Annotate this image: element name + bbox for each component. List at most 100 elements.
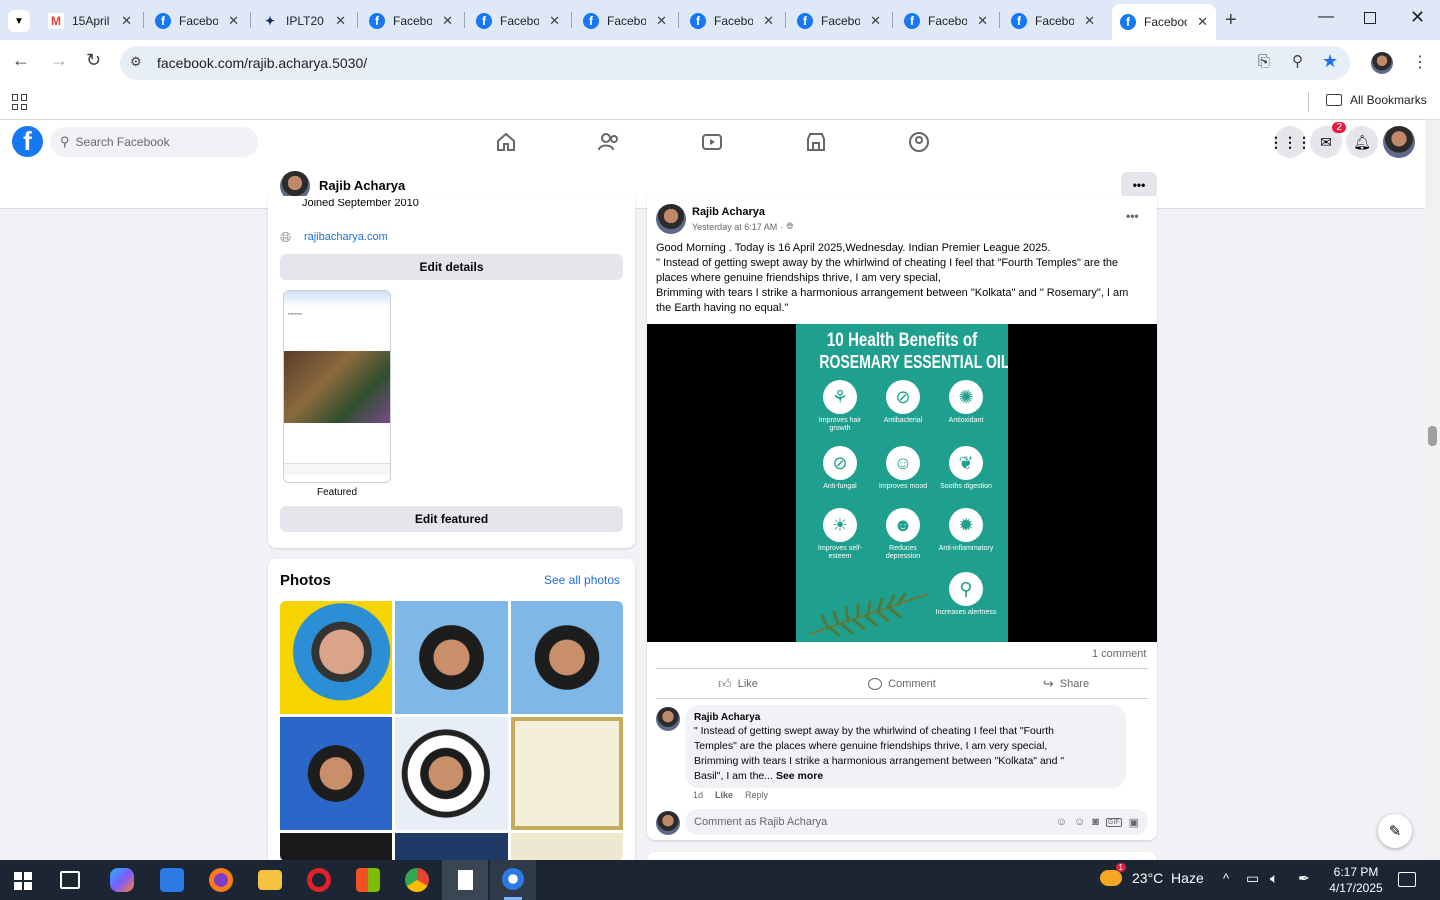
tab-search-button[interactable]: ▼ bbox=[8, 10, 30, 32]
notification-center-icon[interactable] bbox=[1398, 872, 1416, 887]
file-explorer-icon[interactable] bbox=[258, 870, 282, 890]
copilot-icon[interactable] bbox=[110, 868, 134, 892]
close-tab-icon[interactable]: ✕ bbox=[1197, 14, 1208, 30]
start-button[interactable] bbox=[14, 872, 32, 890]
close-tab-icon[interactable]: ✕ bbox=[763, 13, 774, 29]
gif-icon[interactable]: GIF bbox=[1105, 817, 1122, 827]
network-icon[interactable]: ▭ bbox=[1246, 870, 1259, 887]
video-icon[interactable] bbox=[700, 130, 724, 154]
my-comment-avatar[interactable] bbox=[656, 811, 680, 835]
emoji-icon[interactable]: ☺ bbox=[1074, 816, 1085, 828]
close-tab-icon[interactable]: ✕ bbox=[1084, 13, 1095, 29]
scrollbar-thumb[interactable] bbox=[1428, 426, 1437, 446]
marketplace-icon[interactable] bbox=[804, 130, 828, 154]
groups-icon[interactable] bbox=[907, 130, 931, 154]
apps-icon[interactable] bbox=[12, 94, 28, 110]
search-input[interactable]: Search Facebook bbox=[76, 135, 170, 149]
close-tab-icon[interactable]: ✕ bbox=[335, 13, 346, 29]
browser-tab[interactable]: ✦ IPLT20 ✕ bbox=[254, 6, 354, 36]
close-window-button[interactable]: ✕ bbox=[1410, 7, 1425, 28]
profile-more-button[interactable]: ••• bbox=[1121, 172, 1157, 198]
post-author[interactable]: Rajib Acharya bbox=[692, 206, 765, 218]
close-tab-icon[interactable]: ✕ bbox=[121, 13, 132, 29]
browser-tab[interactable]: f Facebook ✕ bbox=[468, 6, 568, 36]
browser-tab[interactable]: M 15April ✕ bbox=[40, 6, 140, 36]
all-bookmarks[interactable]: All Bookmarks bbox=[1326, 93, 1427, 107]
camera-icon[interactable]: ◙ bbox=[1092, 816, 1099, 828]
address-bar[interactable]: ⚙ facebook.com/rajib.acharya.5030/ ⎘ ⚲ ★ bbox=[120, 46, 1350, 80]
comment-input[interactable]: Comment as Rajib Acharya ☺ ☺ ◙ GIF ▣ bbox=[685, 809, 1148, 835]
new-message-button[interactable]: ✎ bbox=[1378, 814, 1412, 848]
menu-button[interactable]: ⋮⋮⋮ bbox=[1269, 126, 1311, 158]
browser-tab[interactable]: f Facebook ✕ bbox=[1003, 6, 1103, 36]
avatar-sticker-icon[interactable]: ☺ bbox=[1056, 816, 1067, 828]
photo-tile[interactable] bbox=[280, 601, 392, 714]
browser-tab[interactable]: f Facebook ✕ bbox=[1112, 4, 1216, 40]
close-tab-icon[interactable]: ✕ bbox=[977, 13, 988, 29]
browser-tab[interactable]: f Facebook ✕ bbox=[361, 6, 461, 36]
site-info-icon[interactable]: ⚙ bbox=[130, 54, 142, 70]
website-link[interactable]: rajibacharya.com bbox=[304, 231, 388, 243]
edit-featured-button[interactable]: Edit featured bbox=[280, 506, 623, 532]
firefox-icon[interactable] bbox=[209, 868, 233, 892]
comment-count[interactable]: 1 comment bbox=[1092, 648, 1146, 660]
friends-icon[interactable] bbox=[597, 130, 621, 154]
comment-age[interactable]: 1d bbox=[693, 790, 703, 800]
clock[interactable]: 6:17 PM 4/17/2025 bbox=[1326, 864, 1386, 896]
maximize-button[interactable] bbox=[1364, 12, 1376, 24]
post-image[interactable]: 10 Health Benefits of ROSEMARY ESSENTIAL… bbox=[647, 324, 1157, 642]
forward-button[interactable]: → bbox=[50, 50, 68, 71]
see-more-link[interactable]: See more bbox=[776, 770, 823, 782]
pen-icon[interactable]: ✒ bbox=[1298, 870, 1310, 887]
photo-tile[interactable] bbox=[511, 601, 623, 714]
close-tab-icon[interactable]: ✕ bbox=[656, 13, 667, 29]
browser-tab[interactable]: f Facebook ✕ bbox=[682, 6, 782, 36]
photo-tile[interactable] bbox=[511, 717, 623, 830]
messenger-button[interactable]: ✉ 2 bbox=[1310, 122, 1346, 158]
close-tab-icon[interactable]: ✕ bbox=[870, 13, 881, 29]
browser-tab[interactable]: f Facebook ✕ bbox=[896, 6, 996, 36]
bookmark-star-icon[interactable]: ★ bbox=[1322, 51, 1338, 72]
sticker-icon[interactable]: ▣ bbox=[1129, 816, 1139, 829]
taskbar-active-app[interactable] bbox=[490, 860, 536, 900]
chrome-menu-icon[interactable]: ⋮ bbox=[1412, 52, 1428, 72]
chrome-profile-avatar[interactable] bbox=[1371, 52, 1393, 74]
url-text[interactable]: facebook.com/rajib.acharya.5030/ bbox=[157, 55, 367, 71]
photo-tile[interactable] bbox=[280, 833, 392, 861]
close-tab-icon[interactable]: ✕ bbox=[442, 13, 453, 29]
opera-icon[interactable] bbox=[307, 868, 331, 892]
store-icon[interactable] bbox=[356, 868, 380, 892]
browser-tab[interactable]: f Facebook ✕ bbox=[147, 6, 247, 36]
search-box[interactable]: ⚲ Search Facebook bbox=[50, 127, 258, 157]
volume-icon[interactable]: 🔈︎ bbox=[1270, 870, 1278, 887]
home-icon[interactable] bbox=[494, 130, 518, 154]
minimize-button[interactable]: — bbox=[1318, 8, 1334, 26]
see-all-photos-link[interactable]: See all photos bbox=[544, 573, 620, 587]
photo-tile[interactable] bbox=[280, 717, 392, 830]
photo-tile[interactable] bbox=[395, 717, 508, 830]
like-button[interactable]: 👍︎ Like bbox=[656, 670, 820, 698]
browser-tab[interactable]: f Facebook ✕ bbox=[789, 6, 889, 36]
comment-author[interactable]: Rajib Acharya bbox=[694, 711, 1117, 724]
back-button[interactable]: ← bbox=[12, 50, 30, 71]
close-tab-icon[interactable]: ✕ bbox=[549, 13, 560, 29]
taskbar-active-app[interactable] bbox=[442, 860, 488, 900]
reload-button[interactable]: ↻ bbox=[86, 50, 101, 71]
photo-tile[interactable] bbox=[395, 833, 508, 861]
browser-tab[interactable]: f Facebook ✕ bbox=[575, 6, 675, 36]
task-view-icon[interactable] bbox=[60, 871, 80, 889]
post-time[interactable]: Yesterday at 6:17 AM bbox=[692, 222, 777, 232]
photo-tile[interactable] bbox=[511, 833, 623, 861]
install-app-icon[interactable]: ⎘ bbox=[1258, 53, 1270, 70]
comment-reply-link[interactable]: Reply bbox=[745, 790, 768, 800]
pinned-app-icon[interactable] bbox=[160, 868, 184, 892]
show-hidden-icons[interactable]: ^ bbox=[1223, 871, 1229, 886]
photo-tile[interactable] bbox=[395, 601, 508, 714]
close-tab-icon[interactable]: ✕ bbox=[228, 13, 239, 29]
post-options-icon[interactable]: ••• bbox=[1126, 209, 1139, 223]
edit-details-button[interactable]: Edit details bbox=[280, 254, 623, 280]
page-scrollbar[interactable] bbox=[1425, 120, 1440, 860]
account-avatar[interactable] bbox=[1383, 126, 1415, 158]
featured-thumbnail[interactable]: ▪▪▪▪▪▪▪▪▪▪ bbox=[283, 290, 391, 483]
new-tab-button[interactable]: + bbox=[1225, 9, 1237, 32]
